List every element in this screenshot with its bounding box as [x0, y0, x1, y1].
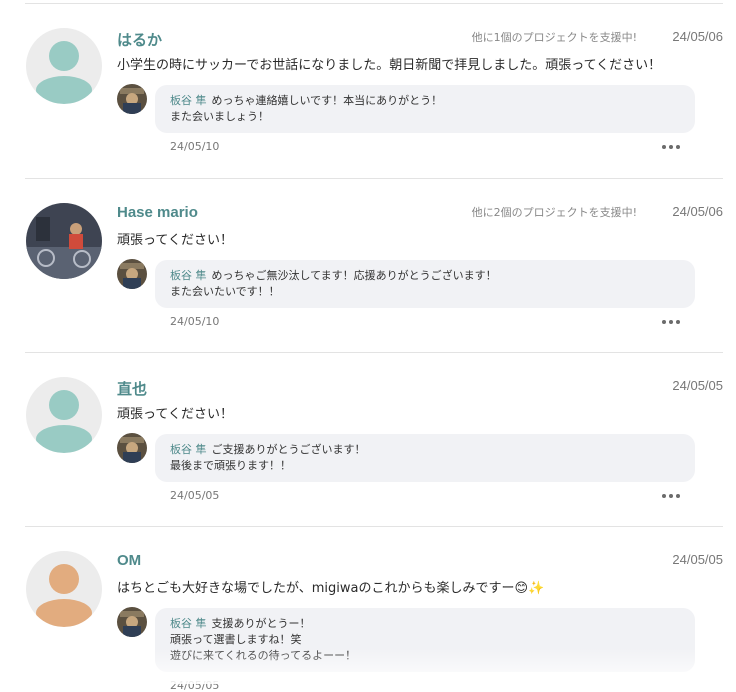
reply-text: めっちゃ連絡嬉しいです！本当にありがとう！ — [211, 94, 443, 107]
reply-text: めっちゃご無沙汰してます！応援ありがとうございます！ — [211, 269, 497, 282]
comment-date: 24/05/05 — [672, 378, 723, 393]
reply-date: 24/05/05 — [170, 679, 220, 692]
owner-avatar[interactable] — [117, 259, 147, 289]
supporter-name[interactable]: 直也 — [117, 378, 147, 399]
owner-avatar[interactable] — [117, 607, 147, 637]
divider — [25, 3, 723, 4]
supporter-name[interactable]: OM — [117, 552, 141, 569]
divider — [25, 352, 723, 353]
owner-reply: 板谷 隼めっちゃ連絡嬉しいです！本当にありがとう！ また会いましょう！ — [155, 85, 695, 133]
default-user-avatar-icon[interactable] — [26, 551, 102, 627]
comment-item: 直也 24/05/05 頑張ってください！ 板谷 隼ご支援ありがとうございます！… — [0, 377, 736, 527]
reply-text: また会いたいです！！ — [170, 285, 280, 298]
comment-date: 24/05/05 — [672, 552, 723, 567]
other-projects-note[interactable]: 他に2個のプロジェクトを支援中! — [472, 204, 637, 220]
owner-reply: 板谷 隼支援ありがとうー！ 頑張って選書しますね！笑 遊びに来てくれるの待ってる… — [155, 608, 695, 672]
reply-text: ご支援ありがとうございます！ — [211, 443, 366, 456]
comment-message: 頑張ってください！ — [117, 233, 233, 248]
divider — [25, 526, 723, 527]
supporter-name[interactable]: Hase mario — [117, 204, 198, 221]
comment-message: 小学生の時にサッカーでお世話になりました。朝日新聞で拝見しました。頑張ってくださ… — [117, 58, 662, 73]
comment-message: 頑張ってください！ — [117, 407, 233, 422]
reply-text: 頑張って選書しますね！笑 — [170, 633, 302, 646]
owner-reply: 板谷 隼ご支援ありがとうございます！ 最後まで頑張ります！！ — [155, 434, 695, 482]
reply-text: 遊びに来てくれるの待ってるよーー！ — [170, 649, 357, 662]
reply-date: 24/05/05 — [170, 489, 220, 502]
comment-item: はるか 他に1個のプロジェクトを支援中! 24/05/06 小学生の時にサッカー… — [0, 28, 736, 179]
reply-date: 24/05/10 — [170, 315, 220, 328]
owner-reply: 板谷 隼めっちゃご無沙汰してます！応援ありがとうございます！ また会いたいです！… — [155, 260, 695, 308]
photo-avatar[interactable] — [26, 203, 102, 279]
reply-author[interactable]: 板谷 隼 — [170, 94, 207, 107]
comment-item: Hase mario 他に2個のプロジェクトを支援中! 24/05/06 頑張っ… — [0, 203, 736, 353]
reply-author[interactable]: 板谷 隼 — [170, 269, 207, 282]
comment-date: 24/05/06 — [672, 204, 723, 219]
reply-date: 24/05/10 — [170, 140, 220, 153]
comment-date: 24/05/06 — [672, 29, 723, 44]
more-options-icon[interactable] — [662, 144, 682, 150]
default-user-avatar-icon[interactable] — [26, 28, 102, 104]
reply-author[interactable]: 板谷 隼 — [170, 617, 207, 630]
owner-avatar[interactable] — [117, 433, 147, 463]
comment-item: OM 24/05/05 はちとごも大好きな場でしたが、migiwaのこれからも楽… — [0, 551, 736, 692]
reply-author[interactable]: 板谷 隼 — [170, 443, 207, 456]
default-user-avatar-icon[interactable] — [26, 377, 102, 453]
reply-text: また会いましょう！ — [170, 110, 269, 123]
more-options-icon[interactable] — [662, 319, 682, 325]
other-projects-note[interactable]: 他に1個のプロジェクトを支援中! — [472, 29, 637, 45]
supporter-name[interactable]: はるか — [117, 29, 162, 50]
comment-message: はちとごも大好きな場でしたが、migiwaのこれからも楽しみですー😊✨ — [117, 581, 545, 596]
divider — [25, 178, 723, 179]
owner-avatar[interactable] — [117, 84, 147, 114]
reply-text: 最後まで頑張ります！！ — [170, 459, 291, 472]
more-options-icon[interactable] — [662, 493, 682, 499]
reply-text: 支援ありがとうー！ — [211, 617, 311, 630]
